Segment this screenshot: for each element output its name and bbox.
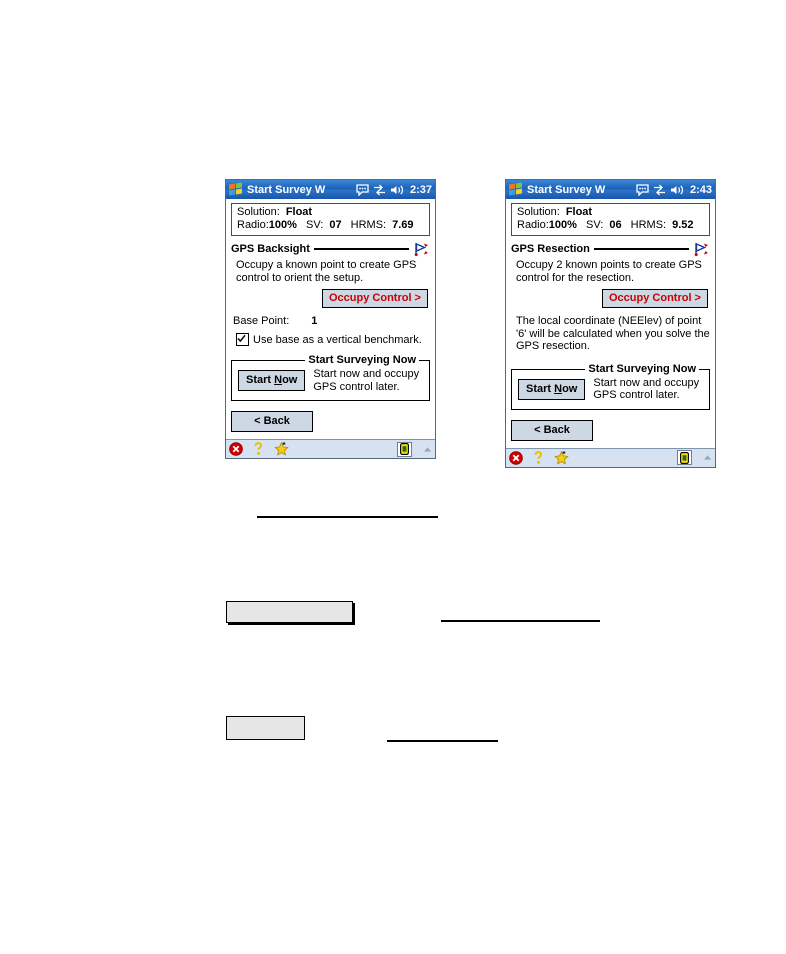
start-surveying-group: Start Surveying Now Start Now Start now …: [231, 354, 430, 401]
start-surveying-description: Start now and occupy GPS control later.: [593, 376, 700, 402]
underline-rule-3: [387, 740, 498, 742]
base-point-value: 1: [311, 315, 318, 327]
checkmark-icon: [237, 334, 246, 343]
hrms-label: HRMS:: [350, 219, 387, 231]
group-label: GPS Backsight: [231, 243, 310, 255]
sv-value: 07: [329, 219, 342, 231]
start-now-mnemonic: N: [274, 374, 283, 386]
status-panel: Solution: Float Radio:100% SV: 06 HRMS: 9.5…: [511, 203, 710, 236]
chat-bubble-icon[interactable]: [356, 183, 369, 196]
vertical-benchmark-label: Use base as a vertical benchmark.: [253, 333, 422, 346]
status-radio-line: Radio:100% SV: 06 HRMS: 9.52: [517, 219, 704, 232]
pda-window-gps-resection: Start Survey W 2:43 Solution: Float Radi…: [505, 179, 716, 468]
keyboard-glyph-icon: [680, 451, 689, 464]
solution-label: Solution:: [237, 206, 280, 218]
command-bar: [506, 447, 715, 467]
back-button[interactable]: < Back: [511, 419, 593, 441]
underline-rule-1: [257, 516, 438, 518]
group-label: GPS Resection: [511, 243, 590, 255]
command-bar: [226, 439, 435, 458]
underline-rule-2: [441, 620, 600, 622]
title-bar-icons: 2:37: [356, 184, 432, 196]
radio-label: Radio:: [237, 219, 269, 231]
occupy-control-button[interactable]: Occupy Control >: [602, 289, 708, 308]
speaker-icon[interactable]: [390, 184, 404, 196]
hrms-value: 9.52: [672, 219, 694, 231]
help-key-icon[interactable]: [532, 450, 545, 465]
solution-label: Solution:: [517, 206, 560, 218]
input-panel-icon[interactable]: [677, 450, 692, 465]
chat-bubble-icon[interactable]: [636, 183, 649, 196]
favorites-star-icon[interactable]: [274, 442, 289, 456]
window-title: Start Survey W: [527, 183, 606, 196]
group-divider-line: [593, 248, 689, 250]
start-surveying-caption: Start Surveying Now: [305, 354, 419, 366]
start-now-mnemonic: N: [554, 382, 563, 395]
title-bar-icons: 2:43: [636, 184, 712, 196]
speaker-icon[interactable]: [670, 184, 684, 196]
chevron-up-icon[interactable]: [703, 454, 712, 461]
back-button[interactable]: < Back: [231, 411, 313, 432]
windows-flag-icon: [508, 181, 524, 197]
close-icon[interactable]: [509, 450, 523, 465]
client-area: Solution: Float Radio:100% SV: 07 HRMS: 7.6…: [226, 199, 435, 432]
back-row: < Back: [231, 411, 430, 432]
survey-flag-icon: [414, 242, 428, 257]
sv-value: 06: [609, 219, 622, 231]
start-surveying-caption: Start Surveying Now: [585, 362, 699, 375]
pda-window-gps-backsight: Start Survey W 2:37 Solution: Float Radi…: [225, 179, 436, 459]
sv-label: SV:: [586, 219, 604, 231]
base-point-row: Base Point: 1: [233, 315, 430, 327]
favorites-star-icon[interactable]: [554, 450, 569, 465]
chevron-up-icon[interactable]: [423, 446, 432, 453]
group-description: Occupy 2 known points to create GPS cont…: [516, 259, 702, 284]
hrms-label: HRMS:: [630, 219, 667, 231]
title-bar: Start Survey W 2:43: [506, 180, 715, 199]
connectivity-icon[interactable]: [653, 184, 666, 196]
vertical-benchmark-checkbox-row[interactable]: Use base as a vertical benchmark.: [236, 333, 430, 346]
radio-label: Radio:: [517, 219, 549, 231]
status-panel: Solution: Float Radio:100% SV: 07 HRMS: 7.6…: [231, 203, 430, 236]
status-radio-line: Radio:100% SV: 07 HRMS: 7.69: [237, 219, 424, 232]
windows-flag-icon: [228, 181, 244, 197]
start-surveying-group: Start Surveying Now Start Now Start now …: [511, 362, 710, 410]
resection-note: The local coordinate (NEElev) of point '…: [516, 315, 710, 352]
occupy-control-button[interactable]: Occupy Control >: [322, 289, 428, 308]
close-icon[interactable]: [229, 442, 243, 456]
status-solution-line: Solution: Float: [517, 206, 704, 219]
solution-value: Float: [565, 206, 593, 218]
hrms-value: 7.69: [392, 219, 414, 231]
clock: 2:43: [689, 183, 712, 196]
redaction-box-1: [226, 601, 353, 623]
status-solution-line: Solution: Float: [237, 206, 424, 219]
base-point-label: Base Point:: [233, 315, 290, 327]
client-area: Solution: Float Radio:100% SV: 06 HRMS: 9.5…: [506, 199, 715, 441]
window-title: Start Survey W: [247, 183, 326, 196]
group-divider-line: [313, 248, 409, 250]
occupy-control-row: Occupy Control >: [511, 289, 710, 308]
start-surveying-description: Start now and occupy GPS control later.: [313, 368, 420, 393]
radio-value: 100%: [548, 219, 577, 231]
sv-label: SV:: [306, 219, 324, 231]
help-key-icon[interactable]: [252, 442, 265, 456]
vertical-benchmark-checkbox[interactable]: [236, 333, 249, 346]
redaction-box-2: [226, 716, 305, 740]
input-panel-icon[interactable]: [397, 441, 412, 457]
group-header-gps-resection: GPS Resection: [511, 241, 710, 257]
solution-value: Float: [285, 206, 313, 218]
radio-value: 100%: [268, 219, 297, 231]
keyboard-glyph-icon: [400, 443, 409, 455]
start-now-button[interactable]: Start Now: [238, 370, 306, 391]
title-bar: Start Survey W 2:37: [226, 180, 435, 199]
start-now-button[interactable]: Start Now: [518, 378, 586, 400]
occupy-control-row: Occupy Control >: [231, 289, 430, 308]
group-description: Occupy a known point to create GPS contr…: [236, 259, 417, 284]
connectivity-icon[interactable]: [373, 184, 386, 196]
clock: 2:37: [409, 183, 432, 196]
group-header-gps-backsight: GPS Backsight: [231, 241, 430, 257]
survey-flag-icon: [694, 242, 708, 257]
back-row: < Back: [511, 419, 710, 441]
